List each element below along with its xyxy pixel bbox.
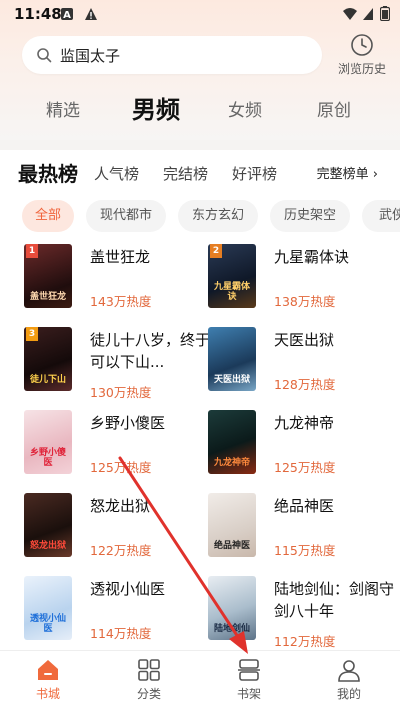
book-heat: 125万热度: [274, 460, 336, 475]
cover-text: 九龙神帝: [213, 458, 250, 468]
search-icon: [37, 48, 52, 63]
chip-modern-city[interactable]: 现代都市: [86, 200, 166, 232]
book-title: 怒龙出狱: [90, 497, 151, 515]
book-item[interactable]: 九龙神帝 九龙神帝 125万热度: [208, 410, 393, 482]
book-item[interactable]: 透视小仙医 透视小仙医 114万热度: [24, 576, 209, 648]
history-button[interactable]: 浏览历史: [330, 32, 394, 80]
grid-icon: [138, 659, 160, 681]
rank-tag: 2: [210, 244, 222, 258]
book-title: 绝品神医: [274, 497, 335, 515]
book-cover: 怒龙出狱: [24, 493, 72, 557]
nav-label: 书城: [35, 687, 60, 701]
cover-text: 天医出狱: [213, 375, 250, 385]
book-title: 天医出狱: [274, 331, 335, 349]
rank-tag: 3: [26, 327, 38, 341]
book-heat: 138万热度: [274, 294, 336, 309]
book-cover: 陆地剑仙: [208, 576, 256, 640]
bookshelf-icon: [238, 659, 260, 681]
book-item[interactable]: 3 徒儿下山 徒儿十八岁，终于可以下山... 130万热度: [24, 327, 210, 400]
book-title: 透视小仙医: [90, 580, 166, 598]
book-item[interactable]: 1 盖世狂龙 盖世狂龙 143万热度: [24, 244, 209, 316]
nav-mine[interactable]: 我的: [319, 657, 379, 702]
section-divider: [0, 140, 400, 150]
book-item[interactable]: 2 九星霸体诀 九星霸体诀 138万热度: [208, 244, 393, 316]
book-item[interactable]: 怒龙出狱 怒龙出狱 122万热度: [24, 493, 209, 565]
book-heat: 143万热度: [90, 294, 152, 309]
book-cover: 天医出狱: [208, 327, 256, 391]
book-cover: 2 九星霸体诀: [208, 244, 256, 308]
chip-wuxia[interactable]: 武侠: [362, 200, 400, 232]
rank-tab-popularity[interactable]: 人气榜: [94, 163, 139, 184]
cover-text: 透视小仙医: [29, 614, 66, 634]
search-bar[interactable]: 监国太子: [22, 36, 322, 74]
svg-text:A: A: [63, 10, 71, 21]
book-heat: 125万热度: [90, 460, 152, 475]
book-heat: 128万热度: [274, 377, 336, 392]
cover-text: 乡野小傻医: [29, 448, 66, 468]
search-value: 监国太子: [60, 46, 121, 65]
book-item[interactable]: 天医出狱 天医出狱 128万热度: [208, 327, 393, 399]
home-icon: [38, 660, 58, 680]
book-title: 徒儿十八岁，终于可以下山...: [90, 331, 210, 371]
book-item[interactable]: 乡野小傻医 乡野小傻医 125万热度: [24, 410, 209, 482]
nav-category[interactable]: 分类: [119, 657, 179, 702]
chip-history[interactable]: 历史架空: [270, 200, 350, 232]
nav-label: 分类: [136, 687, 161, 701]
status-time: 11:48: [14, 5, 62, 23]
cover-text: 陆地剑仙: [213, 624, 250, 634]
book-item[interactable]: 绝品神医 绝品神医 115万热度: [208, 493, 393, 565]
user-icon: [338, 660, 360, 682]
tab-female[interactable]: 女频: [228, 96, 262, 121]
cover-text: 绝品神医: [213, 541, 250, 551]
nav-bookstore[interactable]: 书城: [18, 657, 78, 702]
tab-featured[interactable]: 精选: [46, 96, 80, 121]
status-bar: 11:48 A: [0, 0, 400, 28]
rank-tab-completed[interactable]: 完结榜: [163, 163, 208, 184]
category-chips: 全部 现代都市 东方玄幻 历史架空 武侠: [0, 200, 400, 236]
book-heat: 114万热度: [90, 626, 152, 641]
chip-all[interactable]: 全部: [22, 200, 74, 232]
book-cover: 乡野小傻医: [24, 410, 72, 474]
a-badge-icon: A: [61, 8, 73, 21]
nav-label: 我的: [336, 687, 361, 701]
ranking-tabs: 最热榜 人气榜 完结榜 好评榜 完整榜单 ›: [0, 150, 400, 192]
channel-tabs: 精选 男频 女频 原创: [0, 86, 400, 130]
book-heat: 122万热度: [90, 543, 152, 558]
chip-eastern-fantasy[interactable]: 东方玄幻: [178, 200, 258, 232]
cover-text: 盖世狂龙: [29, 292, 66, 302]
signal-icon: [363, 8, 373, 20]
clock-icon: [351, 34, 373, 56]
book-cover: 3 徒儿下山: [24, 327, 72, 391]
rank-tag: 1: [26, 244, 38, 258]
full-ranking-link[interactable]: 完整榜单 ›: [317, 163, 378, 182]
battery-icon: [380, 6, 390, 21]
tab-original[interactable]: 原创: [317, 96, 351, 121]
book-title: 九星霸体诀: [274, 248, 350, 266]
book-title: 盖世狂龙: [90, 248, 151, 266]
history-label: 浏览历史: [337, 62, 386, 76]
book-cover: 1 盖世狂龙: [24, 244, 72, 308]
bottom-nav: 书城 分类 书架 我的: [0, 650, 400, 710]
book-cover: 九龙神帝: [208, 410, 256, 474]
wifi-icon: [343, 8, 357, 20]
tab-male[interactable]: 男频: [132, 90, 180, 125]
book-cover: 绝品神医: [208, 493, 256, 557]
book-title: 九龙神帝: [274, 414, 335, 432]
nav-label: 书架: [236, 687, 261, 701]
book-item[interactable]: 陆地剑仙 陆地剑仙：剑阁守剑八十年 112万热度: [208, 576, 394, 649]
cover-text: 九星霸体诀: [213, 282, 250, 302]
book-title: 乡野小傻医: [90, 414, 166, 432]
cover-text: 怒龙出狱: [29, 541, 66, 551]
rank-tab-hottest[interactable]: 最热榜: [18, 158, 78, 187]
book-title: 陆地剑仙：剑阁守剑八十年: [274, 580, 394, 620]
nav-bookshelf[interactable]: 书架: [219, 657, 279, 702]
cover-text: 徒儿下山: [29, 375, 66, 385]
rank-tab-rated[interactable]: 好评榜: [232, 163, 277, 184]
warning-icon: [85, 8, 97, 20]
book-heat: 130万热度: [90, 385, 152, 400]
book-heat: 112万热度: [274, 634, 336, 649]
book-cover: 透视小仙医: [24, 576, 72, 640]
book-heat: 115万热度: [274, 543, 336, 558]
